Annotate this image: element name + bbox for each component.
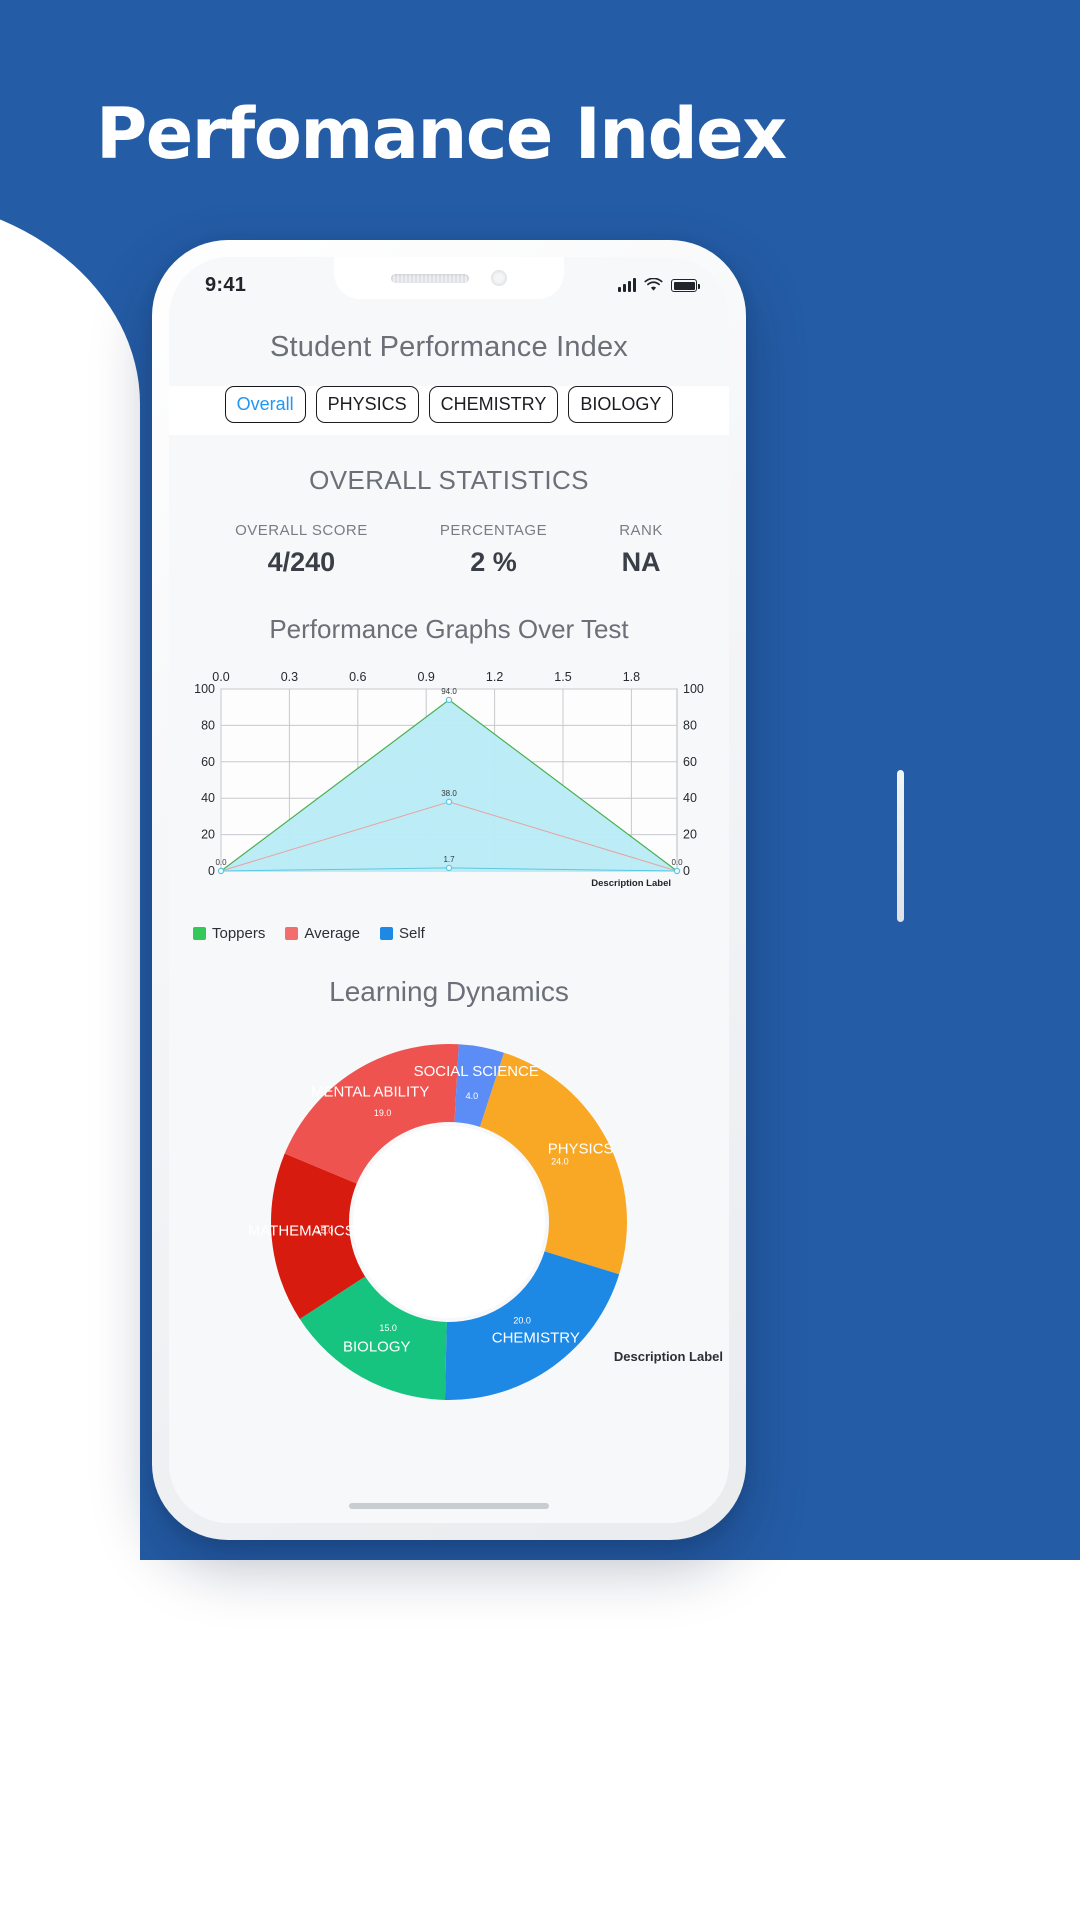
donut-slice-value: 24.0 bbox=[551, 1156, 569, 1166]
svg-text:80: 80 bbox=[201, 718, 215, 732]
donut-slice-value: 19.0 bbox=[374, 1108, 392, 1118]
legend-label: Toppers bbox=[212, 925, 266, 942]
donut-slice-label: CHEMISTRY bbox=[492, 1329, 580, 1346]
status-bar-clock: 9:41 bbox=[205, 273, 247, 296]
front-camera-icon bbox=[491, 270, 507, 286]
y-axis-left-tick-labels: 0 20 40 60 80 100 bbox=[194, 682, 215, 878]
donut-slice-value: 4.0 bbox=[466, 1091, 479, 1101]
svg-text:0.9: 0.9 bbox=[418, 670, 435, 684]
donut-slice-label: BIOLOGY bbox=[343, 1339, 411, 1356]
tab-overall[interactable]: Overall bbox=[224, 386, 306, 423]
donut-slice-value: 15.0 bbox=[316, 1225, 334, 1235]
donut-center-hole bbox=[353, 1126, 545, 1318]
app-content: Student Performance Index Overall PHYSIC… bbox=[169, 305, 729, 1523]
status-bar-icons bbox=[618, 278, 700, 292]
svg-text:0.0: 0.0 bbox=[671, 858, 683, 867]
donut-slice-label: MATHEMATICS bbox=[248, 1222, 355, 1239]
stat-label: PERCENTAGE bbox=[439, 522, 548, 539]
svg-text:0.6: 0.6 bbox=[349, 670, 366, 684]
legend-label: Average bbox=[304, 925, 360, 942]
plot-area: 94.0 38.0 1.7 0.0 0.0 bbox=[215, 687, 683, 875]
svg-text:20: 20 bbox=[683, 828, 697, 842]
legend-item-average[interactable]: Average bbox=[285, 925, 360, 942]
learning-dynamics-donut-chart[interactable]: PHYSICS 24.0 CHEMISTRY 20.0 BIOLOGY 15.0 MATHE… bbox=[169, 1018, 729, 1422]
phone-power-button[interactable] bbox=[897, 770, 904, 922]
svg-text:100: 100 bbox=[194, 682, 215, 696]
battery-full-icon bbox=[671, 279, 700, 292]
svg-text:40: 40 bbox=[201, 791, 215, 805]
svg-text:1.2: 1.2 bbox=[486, 670, 503, 684]
line-chart-svg: 0.0 0.3 0.6 0.9 1.2 1.5 1.8 0 20 40 60 80 100 0 20 40… bbox=[194, 670, 704, 889]
donut-slice-label: SOCIAL SCIENCE bbox=[414, 1063, 539, 1080]
legend-swatch-average bbox=[285, 927, 299, 940]
chart-description-label: Description Label bbox=[591, 878, 671, 889]
phone-notch bbox=[334, 257, 564, 299]
statistics-row: OVERALL SCORE 4/240 PERCENTAGE 2 % RANK … bbox=[169, 522, 729, 584]
svg-text:100: 100 bbox=[683, 682, 704, 696]
legend-item-toppers[interactable]: Toppers bbox=[193, 925, 265, 942]
subject-tab-bar: Overall PHYSICS CHEMISTRY BIOLOGY bbox=[169, 386, 729, 435]
stat-value: 4/240 bbox=[267, 547, 336, 577]
section-title-overall-statistics: OVERALL STATISTICS bbox=[309, 465, 589, 495]
legend-item-self[interactable]: Self bbox=[379, 925, 425, 942]
tab-biology[interactable]: BIOLOGY bbox=[568, 386, 674, 423]
performance-line-chart[interactable]: 0.0 0.3 0.6 0.9 1.2 1.5 1.8 0 20 40 60 80 100 0 20 40… bbox=[169, 663, 729, 917]
svg-text:1.8: 1.8 bbox=[623, 670, 640, 684]
phone-mockup: 9:41 Student Performance Index Overall P… bbox=[152, 240, 904, 1540]
svg-text:94.0: 94.0 bbox=[441, 687, 457, 696]
svg-text:60: 60 bbox=[201, 755, 215, 769]
phone-screen: 9:41 Student Performance Index Overall P… bbox=[169, 257, 729, 1523]
donut-slice-value: 20.0 bbox=[513, 1315, 531, 1325]
page-title: Student Performance Index bbox=[269, 331, 629, 363]
donut-description-label: Description Label bbox=[613, 1349, 723, 1364]
donut-slice-label: MENTAL ABILITY bbox=[311, 1083, 429, 1100]
stat-label: RANK bbox=[619, 522, 663, 539]
earpiece-speaker-icon bbox=[391, 273, 469, 283]
stat-percentage: PERCENTAGE 2 % bbox=[440, 522, 547, 578]
stat-label: OVERALL SCORE bbox=[235, 522, 368, 539]
svg-text:0.3: 0.3 bbox=[281, 670, 298, 684]
wifi-icon bbox=[644, 278, 663, 291]
donut-slice-value: 15.0 bbox=[379, 1323, 397, 1333]
svg-text:80: 80 bbox=[683, 718, 697, 732]
svg-text:60: 60 bbox=[683, 755, 697, 769]
svg-text:1.5: 1.5 bbox=[554, 670, 571, 684]
white-swoop-left-secondary bbox=[0, 196, 140, 1586]
svg-text:0: 0 bbox=[208, 864, 215, 878]
svg-text:1.7: 1.7 bbox=[443, 855, 455, 864]
svg-text:20: 20 bbox=[201, 828, 215, 842]
chart-title-performance-graphs: Performance Graphs Over Test bbox=[269, 614, 629, 644]
legend-label: Self bbox=[398, 925, 425, 942]
cellular-bars-icon bbox=[618, 278, 636, 292]
stat-value: NA bbox=[621, 547, 661, 577]
tab-physics[interactable]: PHYSICS bbox=[315, 386, 419, 423]
chart-legend: Toppers Average Self bbox=[169, 917, 729, 942]
poster-headline: Perfomance Index bbox=[96, 93, 787, 175]
svg-text:0.0: 0.0 bbox=[215, 858, 227, 867]
svg-text:0: 0 bbox=[683, 864, 690, 878]
stat-overall-score: OVERALL SCORE 4/240 bbox=[235, 522, 368, 578]
legend-swatch-self bbox=[379, 927, 393, 940]
home-indicator[interactable] bbox=[349, 1503, 549, 1509]
x-axis-tick-labels: 0.0 0.3 0.6 0.9 1.2 1.5 1.8 bbox=[212, 670, 640, 684]
y-axis-right-tick-labels: 0 20 40 60 80 100 bbox=[683, 682, 704, 878]
chart-title-learning-dynamics: Learning Dynamics bbox=[329, 976, 569, 1007]
svg-text:40: 40 bbox=[683, 791, 697, 805]
donut-slice-label: PHYSICS bbox=[548, 1141, 614, 1158]
svg-text:38.0: 38.0 bbox=[441, 789, 457, 798]
legend-swatch-toppers bbox=[193, 927, 206, 940]
stat-value: 2 % bbox=[470, 547, 517, 577]
tab-chemistry[interactable]: CHEMISTRY bbox=[428, 386, 559, 423]
stat-rank: RANK NA bbox=[619, 522, 663, 578]
